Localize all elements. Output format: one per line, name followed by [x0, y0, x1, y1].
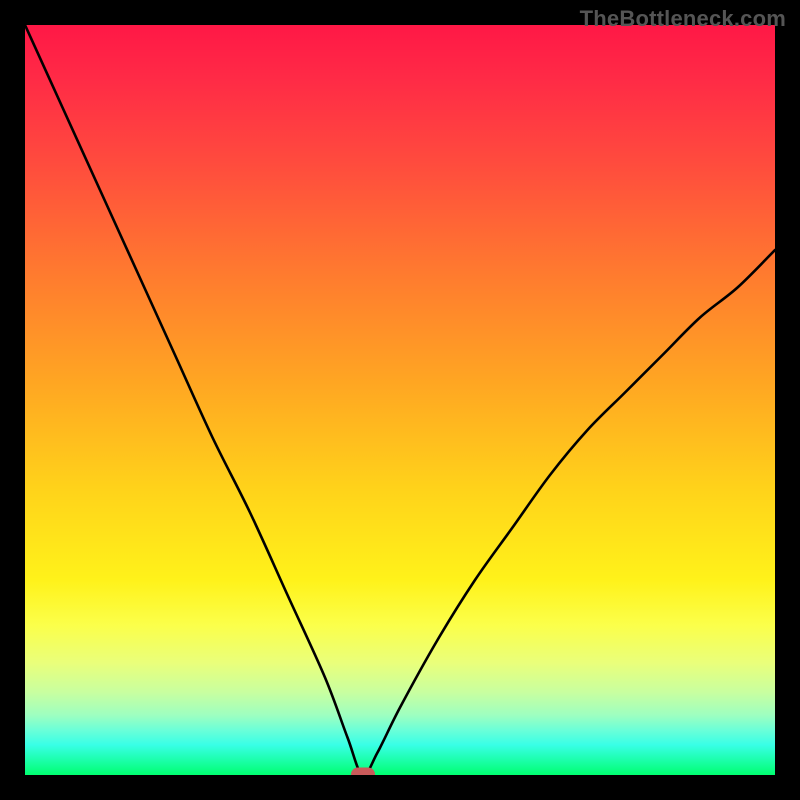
chart-frame: TheBottleneck.com	[0, 0, 800, 800]
plot-area	[25, 25, 775, 775]
bottleneck-curve	[25, 25, 775, 775]
watermark-text: TheBottleneck.com	[580, 6, 786, 32]
optimal-marker	[351, 768, 375, 776]
